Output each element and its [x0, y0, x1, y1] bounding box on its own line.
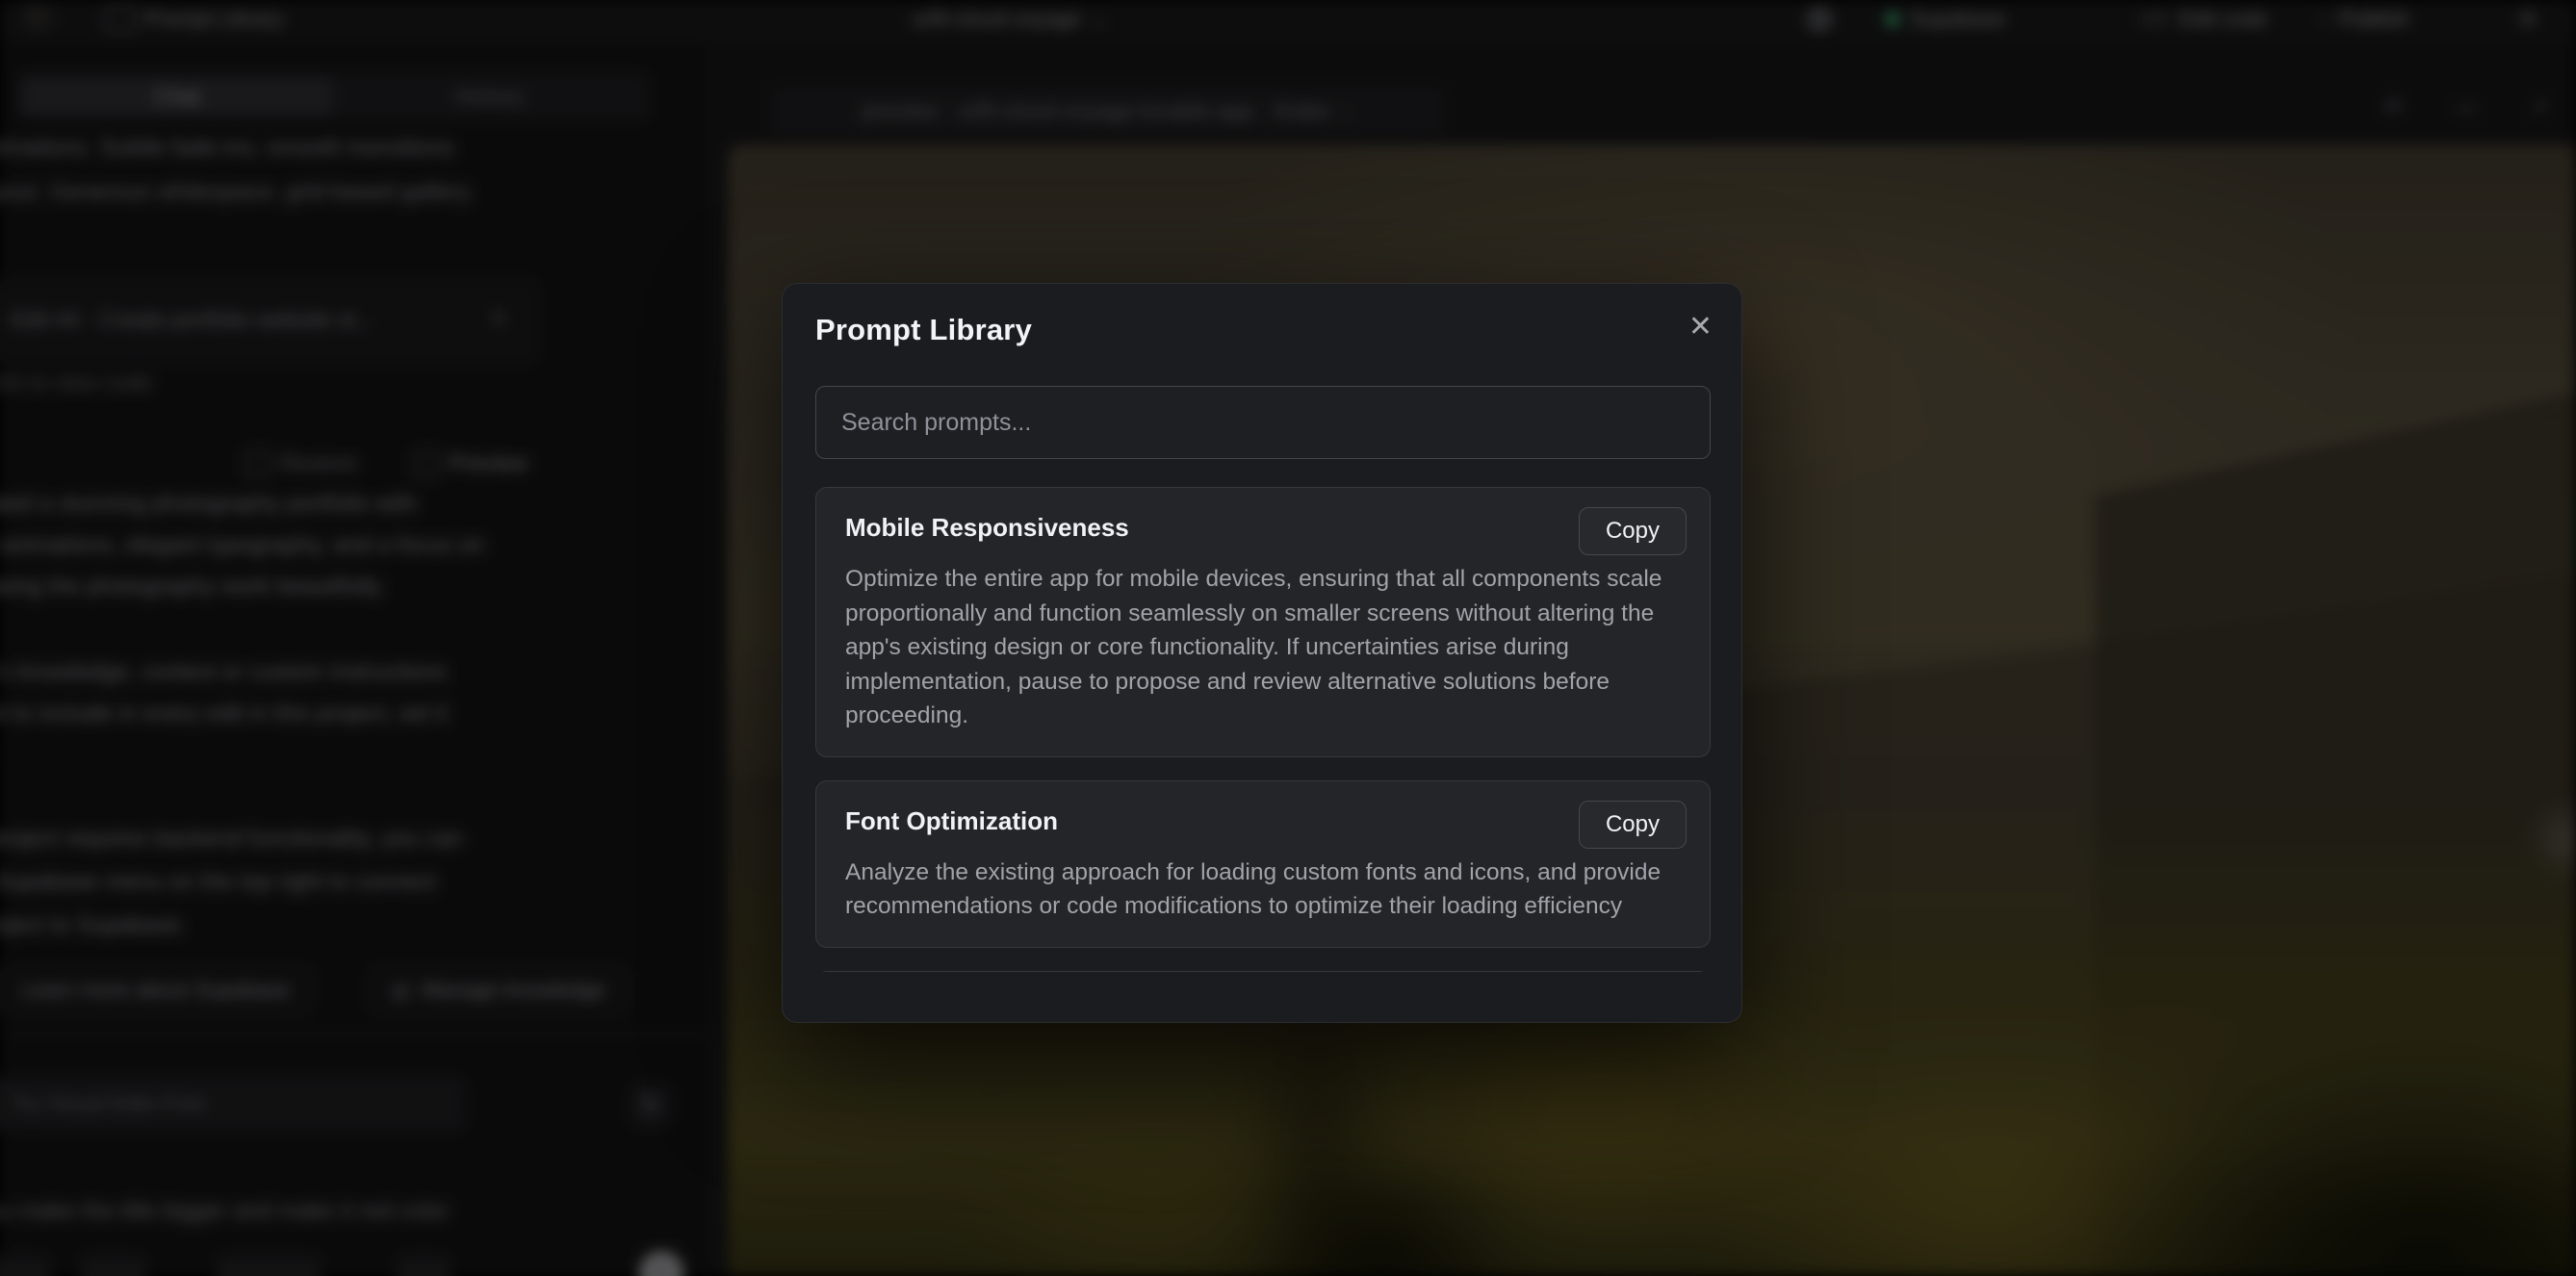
prompt-title: Mobile Responsiveness — [845, 513, 1681, 543]
preview-url-text: preview · urfit-cloud-voyage.lovable.app… — [862, 98, 1331, 124]
paragraph-line: project to Supabase. — [0, 912, 187, 939]
preview-url-bar[interactable]: preview · urfit-cloud-voyage.lovable.app… — [771, 87, 1445, 135]
paragraph-line: eated a stunning photography portfolio w… — [0, 491, 417, 518]
paragraph-line: e Supabase menu on the top right to conn… — [0, 869, 436, 896]
preview-label: Preview — [449, 450, 528, 476]
supabase-label: Supabase — [1910, 7, 2005, 32]
prompt-card-partial — [815, 971, 1711, 973]
chat-message-line: animations. Subtle fade-ins, smooth tran… — [0, 135, 454, 162]
preview-icon — [414, 451, 439, 476]
send-icon: ↑ — [656, 1259, 668, 1276]
composer-action-chip[interactable] — [397, 1256, 451, 1276]
supabase-status-dot — [1885, 12, 1900, 27]
user-avatar[interactable] — [1806, 0, 1833, 38]
user-message: you make the title bigger and make it re… — [0, 1198, 449, 1225]
composer-action-chip[interactable] — [0, 1256, 50, 1276]
paragraph-line: casing the photography work beautifully. — [0, 574, 385, 600]
send-button[interactable]: ↑ — [639, 1251, 683, 1276]
chat-sidebar: Chat History animations. Subtle fade-ins… — [0, 38, 713, 1276]
visual-edits-banner[interactable]: Try Visual Edits Free — [0, 1078, 464, 1130]
external-link-icon[interactable]: ↗ — [2528, 92, 2549, 122]
divider — [0, 1034, 712, 1035]
project-switcher[interactable]: urfit-cloud-voyage ⌄ — [913, 0, 1108, 38]
manage-knowledge-label: Manage knowledge — [422, 978, 605, 1003]
chat-message-line: layout. Generous whitespace, grid-based … — [0, 179, 475, 206]
chevron-down-icon: ⌄ — [1091, 7, 1108, 32]
modal-title: Prompt Library — [815, 313, 1032, 347]
tab-chat[interactable]: Chat — [21, 77, 333, 115]
app-logo-icon[interactable] — [23, 4, 56, 35]
version-card[interactable]: Edit #4 · Create portfolio website st...… — [0, 281, 536, 362]
paragraph-line: er's knowledge, context or custom instru… — [0, 659, 447, 686]
refresh-icon[interactable]: ⟳ — [2383, 92, 2405, 122]
tab-history[interactable]: History — [333, 77, 645, 115]
restore-label: Restore — [280, 450, 358, 476]
gear-icon: ⚙ — [2518, 7, 2537, 32]
restore-button[interactable]: Restore — [245, 450, 358, 476]
prompt-title: Font Optimization — [845, 806, 1681, 836]
version-card-title: Edit #4 · Create portfolio website st... — [11, 307, 374, 333]
sidebar-tabs: Chat History — [17, 73, 649, 119]
prompt-library-menu[interactable]: Prompt Library — [106, 0, 283, 38]
composer-action-chip[interactable] — [217, 1256, 321, 1276]
composer-action-chip[interactable] — [81, 1256, 146, 1276]
supabase-button[interactable]: Supabase — [1885, 0, 2005, 38]
preview-toolbar-icons: ⟳ ▭ ↗ — [2383, 92, 2549, 122]
preview-button[interactable]: Preview — [414, 450, 528, 476]
chevron-down-icon: ⌄ — [1340, 101, 1354, 121]
pencil-icon: ✎ — [643, 1093, 659, 1117]
close-icon[interactable]: ✕ — [489, 305, 508, 333]
settings-button[interactable]: ⚙ — [2518, 0, 2537, 38]
project-name: urfit-cloud-voyage — [913, 7, 1081, 32]
paragraph-line: ant to include in every edit in this pro… — [0, 701, 448, 727]
avatar — [1806, 6, 1833, 33]
code-icon: </> — [2139, 7, 2170, 32]
prompt-description: Optimize the entire app for mobile devic… — [845, 562, 1692, 733]
book-icon: ▤ — [392, 979, 410, 1003]
learn-supabase-label: Learn more about Supabase — [21, 978, 290, 1003]
topbar: Prompt Library urfit-cloud-voyage ⌄ Supa… — [0, 0, 2576, 38]
upload-icon: ↑ — [2319, 7, 2330, 32]
close-icon[interactable]: ✕ — [1688, 313, 1713, 342]
app-screen: Prompt Library urfit-cloud-voyage ⌄ Supa… — [0, 0, 2576, 1276]
edit-code-button[interactable]: </> Edit code — [2139, 0, 2268, 38]
prompt-description: Analyze the existing approach for loadin… — [845, 855, 1692, 924]
visual-edits-label: Try Visual Edits Free — [11, 1091, 206, 1116]
prompt-library-menu-label: Prompt Library — [144, 7, 283, 32]
prompt-card-mobile-responsiveness: Mobile Responsiveness Copy Optimize the … — [815, 487, 1711, 757]
visual-edit-button[interactable]: ✎ — [631, 1085, 670, 1125]
prompt-card-font-optimization: Font Optimization Copy Analyze the exist… — [815, 780, 1711, 948]
copy-button[interactable]: Copy — [1579, 507, 1687, 555]
library-icon — [106, 5, 135, 34]
paragraph-line: r project requires backend functionality… — [0, 826, 463, 853]
monitor-icon[interactable]: ▭ — [2455, 92, 2479, 122]
publish-label: Publish — [2339, 7, 2409, 32]
restore-icon — [245, 451, 270, 476]
edit-code-label: Edit code — [2179, 7, 2268, 32]
search-input[interactable] — [815, 386, 1711, 459]
prompt-list: Mobile Responsiveness Copy Optimize the … — [815, 487, 1711, 972]
prompt-library-modal: Prompt Library ✕ Mobile Responsiveness C… — [782, 283, 1742, 1023]
learn-supabase-button[interactable]: Learn more about Supabase — [0, 968, 312, 1012]
publish-button[interactable]: ↑ Publish — [2319, 0, 2409, 38]
copy-button[interactable]: Copy — [1579, 801, 1687, 849]
paragraph-line: th animations, elegant typography, and a… — [0, 532, 484, 559]
manage-knowledge-button[interactable]: ▤ Manage knowledge — [370, 968, 628, 1012]
version-card-subtitle[interactable]: Click to view code — [0, 370, 152, 396]
